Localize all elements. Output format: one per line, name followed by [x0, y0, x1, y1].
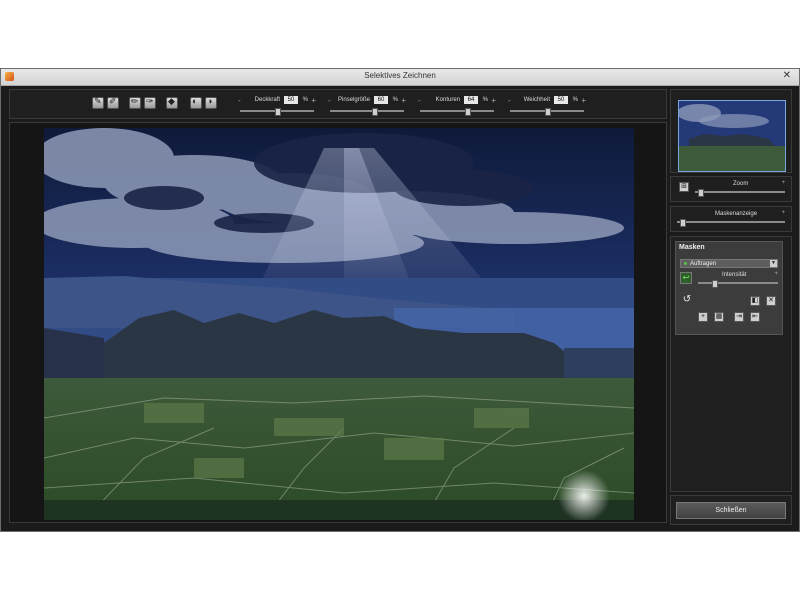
contours-unit: %: [482, 97, 488, 103]
landscape-photo: [44, 128, 634, 520]
softness-slider-handle[interactable]: [545, 108, 551, 116]
mask-display-plus[interactable]: +: [781, 210, 785, 216]
fit-view-icon[interactable]: ⊞: [679, 182, 689, 192]
brush-size-value[interactable]: 60: [374, 96, 388, 104]
softness-label: Weichheit: [523, 97, 550, 103]
photo-canvas[interactable]: [44, 128, 634, 520]
navigator-thumbnail[interactable]: [678, 100, 786, 172]
mask-export-icon[interactable]: ⇤: [750, 312, 760, 322]
softness-unit: %: [572, 97, 578, 103]
contours-label: Konturen: [435, 97, 460, 103]
gradient-remove-icon: ◑: [207, 96, 213, 106]
contours-control: - Konturen 64 % +: [418, 95, 496, 117]
brush-size-slider-handle[interactable]: [372, 108, 379, 116]
contours-minus[interactable]: -: [418, 96, 421, 105]
mask-import-icon[interactable]: ⇥: [734, 312, 744, 322]
undo-icon[interactable]: ↺: [682, 295, 692, 306]
intensity-label: Intensität: [722, 272, 747, 278]
contours-slider[interactable]: [420, 110, 494, 112]
softness-value[interactable]: 50: [554, 96, 568, 104]
check-arrow-icon: ↩: [682, 273, 690, 282]
masks-panel: Masken Auftragen ▼ ↩ Intensität + ↺ ◧ ✕ …: [670, 236, 792, 492]
fill-icon: ◆: [168, 96, 175, 106]
opacity-plus[interactable]: +: [311, 96, 316, 105]
brush-tool-button[interactable]: ✎: [92, 96, 104, 109]
contours-value[interactable]: 64: [464, 96, 478, 104]
toolbar: ✎ ✐ ✏ ✑ ◆ ◐ ◑ - Deckkraft 50 % + - Pinse…: [9, 89, 667, 119]
softness-control: - Weichheit 50 % +: [508, 95, 586, 117]
brush-size-control: - Pinselgröße 60 % +: [328, 95, 406, 117]
eraser-brush-icon: ✐: [109, 96, 117, 106]
mask-grid-icon[interactable]: ▦: [714, 312, 724, 322]
brush-icon: ✎: [94, 96, 102, 106]
fill-tool-button[interactable]: ◆: [166, 96, 178, 109]
thumbnail-image: [679, 101, 785, 171]
brush-size-unit: %: [392, 97, 398, 103]
contours-slider-handle[interactable]: [465, 108, 472, 116]
close-button[interactable]: Schließen: [676, 502, 786, 519]
opacity-minus[interactable]: -: [238, 96, 241, 105]
selective-drawing-window: Selektives Zeichnen ✕ ✎ ✐ ✏ ✑ ◆ ◐ ◑ - De…: [0, 68, 800, 532]
mask-mode-dropdown[interactable]: Auftragen ▼: [680, 259, 778, 268]
mask-display-label: Maskenanzeige: [715, 211, 758, 217]
mask-display-slider[interactable]: [677, 221, 785, 223]
opacity-label: Deckkraft: [254, 97, 280, 103]
mask-mode-value: Auftragen: [690, 261, 717, 267]
gradient-remove-tool-button[interactable]: ◑: [205, 96, 217, 109]
navigator-panel: [670, 89, 792, 173]
clear-mask-icon[interactable]: ✕: [766, 296, 776, 306]
brush-size-minus[interactable]: -: [328, 96, 331, 105]
intensity-slider[interactable]: [698, 282, 778, 284]
masks-group: Masken Auftragen ▼ ↩ Intensität + ↺ ◧ ✕ …: [675, 241, 783, 335]
intensity-slider-handle[interactable]: [712, 280, 718, 288]
mask-display-slider-handle[interactable]: [680, 219, 687, 227]
apply-mask-button[interactable]: ↩: [680, 272, 692, 284]
pen-tool-button[interactable]: ✏: [129, 96, 141, 109]
window-title: Selektives Zeichnen: [364, 71, 436, 80]
contours-plus[interactable]: +: [491, 96, 496, 105]
window-close-button[interactable]: ✕: [783, 70, 791, 82]
softness-plus[interactable]: +: [581, 96, 586, 105]
opacity-slider-handle[interactable]: [275, 108, 281, 116]
chevron-down-icon: ▼: [770, 260, 777, 267]
title-bar[interactable]: Selektives Zeichnen ✕: [1, 69, 799, 86]
gradient-add-tool-button[interactable]: ◐: [190, 96, 202, 109]
zoom-panel: ⊞ Zoom +: [670, 176, 792, 202]
zoom-slider[interactable]: [695, 191, 785, 193]
opacity-value[interactable]: 50: [284, 96, 298, 104]
zoom-slider-handle[interactable]: [697, 189, 704, 197]
mask-add-icon[interactable]: +: [698, 312, 708, 322]
eraser-pen-tool-button[interactable]: ✑: [144, 96, 156, 109]
status-dot-icon: [684, 262, 687, 265]
gradient-add-icon: ◐: [192, 96, 198, 106]
mask-display-panel: Maskenanzeige +: [670, 206, 792, 232]
zoom-plus[interactable]: +: [781, 180, 785, 186]
footer-panel: Schließen: [670, 495, 792, 525]
intensity-plus[interactable]: +: [774, 271, 778, 277]
brush-size-slider[interactable]: [330, 110, 404, 112]
brush-size-plus[interactable]: +: [401, 96, 406, 105]
opacity-unit: %: [302, 97, 308, 103]
masks-title: Masken: [679, 244, 705, 251]
opacity-control: - Deckkraft 50 % +: [238, 95, 316, 117]
brush-size-label: Pinselgröße: [337, 97, 370, 103]
softness-minus[interactable]: -: [508, 96, 511, 105]
canvas-panel: [9, 122, 667, 523]
eraser-brush-tool-button[interactable]: ✐: [107, 96, 119, 109]
invert-mask-icon[interactable]: ◧: [750, 296, 760, 306]
zoom-label: Zoom: [733, 181, 749, 187]
pen-icon: ✏: [131, 96, 139, 106]
eraser-pen-icon: ✑: [146, 96, 154, 106]
